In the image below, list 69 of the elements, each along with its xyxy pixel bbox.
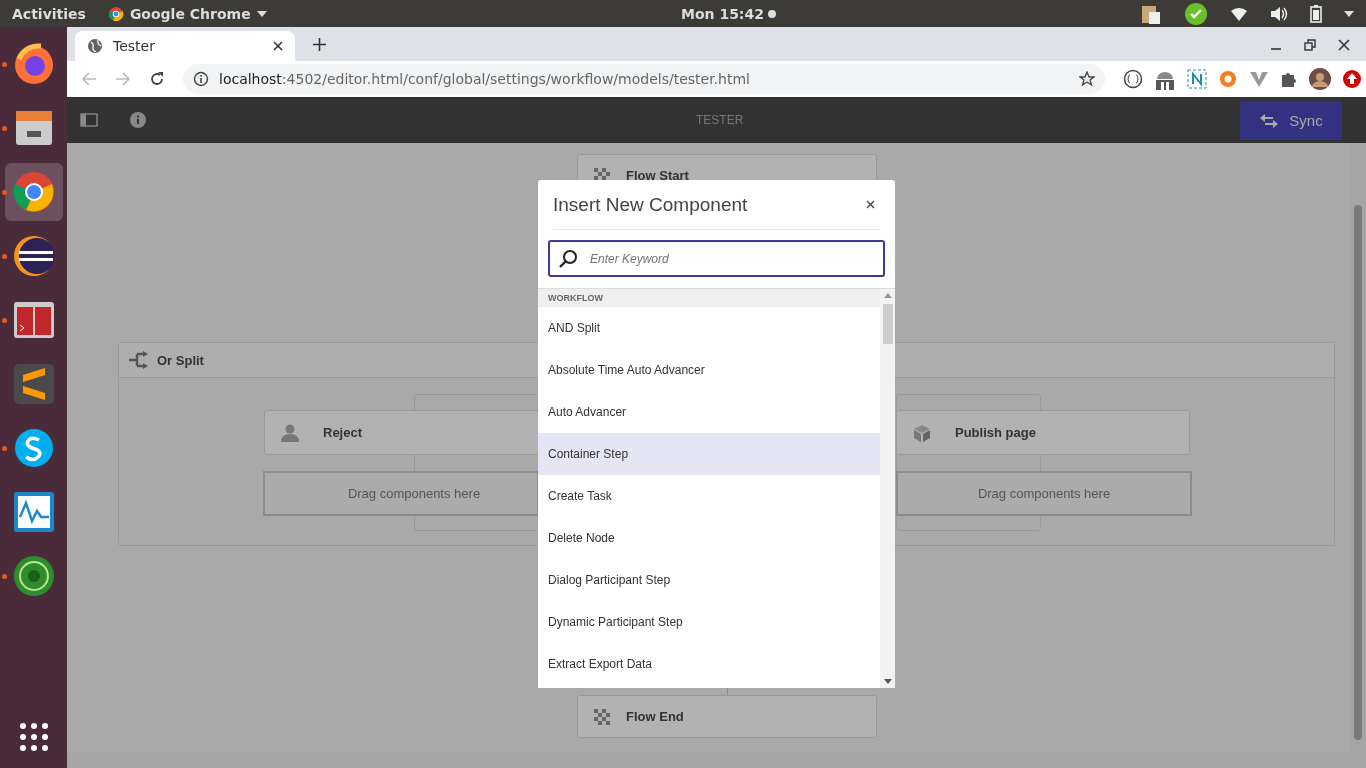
n-square-icon[interactable]	[1187, 69, 1207, 89]
vertical-scrollbar[interactable]	[1350, 143, 1366, 752]
split-arrows-icon	[129, 351, 149, 369]
scroll-thumb[interactable]	[882, 304, 893, 344]
globe-icon	[87, 38, 103, 54]
tab-title: Tester	[113, 38, 155, 54]
info-icon[interactable]	[130, 112, 146, 128]
address-bar[interactable]: localhost:4502/editor.html/conf/global/settings/workflow/models/tester.html	[183, 64, 1105, 94]
component-item[interactable]: Extract Export Data	[538, 643, 880, 685]
app-grid-icon[interactable]	[18, 722, 49, 752]
browser-tab[interactable]: Tester	[75, 31, 295, 61]
search-input[interactable]: Enter Keyword	[588, 250, 883, 267]
info-icon	[193, 71, 209, 87]
volume-icon[interactable]	[1270, 5, 1288, 22]
node-label: Flow End	[626, 709, 684, 724]
ring-logo-icon	[107, 5, 124, 22]
step-node[interactable]: Publish page	[896, 410, 1190, 455]
battery-icon[interactable]	[1310, 4, 1322, 23]
horizontal-scrollbar[interactable]	[67, 752, 1366, 768]
search-field[interactable]: Enter Keyword	[548, 240, 885, 277]
plus-icon[interactable]	[313, 38, 326, 51]
lifebuoy-icon[interactable]	[1218, 69, 1238, 89]
avatar-icon[interactable]	[1309, 68, 1331, 90]
scroll-thumb[interactable]	[1354, 205, 1362, 740]
search-icon	[558, 248, 578, 269]
dialog-title: Insert New Component	[553, 193, 748, 216]
side-panel-icon[interactable]	[80, 113, 98, 127]
v-shape-icon[interactable]	[1249, 69, 1269, 89]
node-label: Reject	[323, 425, 363, 440]
reload-icon[interactable]	[149, 71, 165, 87]
component-item[interactable]: Dynamic Participant Step	[538, 601, 880, 643]
node-label: Publish page	[955, 425, 1036, 440]
url-text: localhost:4502/editor.html/conf/global/settings/workflow/models/tester.html	[219, 71, 750, 87]
component-item[interactable]: Dialog Participant Step	[538, 559, 880, 601]
upload-icon[interactable]	[1342, 69, 1362, 89]
dock-item[interactable]	[4, 163, 63, 221]
wifi-icon[interactable]	[1230, 5, 1248, 22]
notification-dot-icon	[767, 9, 776, 18]
restore-icon[interactable]	[1304, 39, 1316, 51]
component-item[interactable]: Container Step	[538, 433, 880, 475]
check-badge-icon[interactable]	[1184, 1, 1208, 26]
model-title: TESTER	[696, 113, 744, 127]
component-item[interactable]: Absolute Time Auto Advancer	[538, 349, 880, 391]
puzzle-icon[interactable]	[1280, 70, 1298, 88]
caret-icon	[256, 10, 267, 17]
clock[interactable]: Mon 15:42	[681, 5, 764, 22]
step-node[interactable]: Reject	[264, 410, 539, 455]
close-icon[interactable]	[866, 200, 875, 209]
checkered-flag-icon	[594, 708, 610, 725]
group-header: WORKFLOW	[538, 289, 880, 307]
close-icon[interactable]	[273, 41, 283, 51]
sync-button[interactable]: Sync	[1240, 101, 1342, 140]
person-icon	[281, 423, 299, 442]
scroll-down-icon[interactable]	[883, 679, 892, 684]
scroll-up-icon[interactable]	[883, 293, 892, 298]
flow-end-node[interactable]: Flow End	[577, 695, 877, 738]
star-icon[interactable]	[1079, 71, 1095, 87]
app-menu[interactable]: Google Chrome	[107, 5, 267, 22]
list-scrollbar[interactable]	[880, 289, 895, 688]
caret-icon[interactable]	[1344, 10, 1354, 17]
swap-arrows-icon	[1259, 112, 1280, 129]
package-icon	[913, 423, 931, 442]
node-label: Flow Start	[626, 168, 689, 183]
component-item[interactable]: Create Task	[538, 475, 880, 517]
split-label: Or Split	[157, 352, 204, 368]
braces-circle-icon[interactable]	[1123, 69, 1143, 89]
activities-button[interactable]: Activities	[12, 5, 86, 22]
close-icon[interactable]	[1338, 39, 1350, 51]
component-item[interactable]: Auto Advancer	[538, 391, 880, 433]
